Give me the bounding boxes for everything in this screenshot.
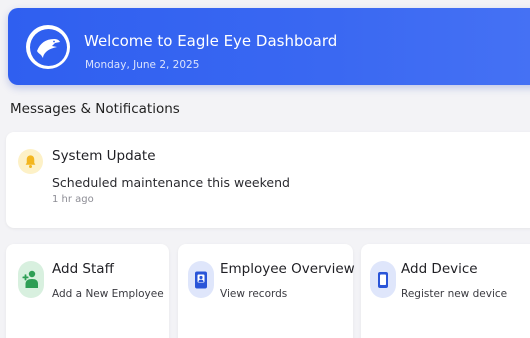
employee-overview-subtitle: View records [220,288,288,300]
add-staff-subtitle: Add a New Employee [52,288,164,300]
notification-title: System Update [52,148,156,164]
eagle-icon [26,25,70,69]
bell-icon [18,149,43,174]
device-icon [370,261,396,298]
add-device-card[interactable]: Add Device Register new device [361,244,530,338]
add-device-subtitle: Register new device [401,288,508,300]
current-date: Monday, June 2, 2025 [85,59,200,71]
add-staff-title: Add Staff [52,261,114,277]
add-person-icon [18,261,44,298]
employee-overview-card[interactable]: Employee Overview View records [178,244,355,338]
welcome-banner: Welcome to Eagle Eye Dashboard Monday, J… [8,8,530,85]
id-badge-icon [188,261,214,298]
dashboard-page: Welcome to Eagle Eye Dashboard Monday, J… [0,0,530,338]
notification-time: 1 hr ago [52,194,94,205]
employee-overview-title: Employee Overview [220,261,355,277]
notifications-heading: Messages & Notifications [10,101,180,117]
notification-card[interactable]: System Update Scheduled maintenance this… [6,132,530,228]
notification-message: Scheduled maintenance this weekend [52,175,290,190]
page-title: Welcome to Eagle Eye Dashboard [84,32,338,50]
add-device-title: Add Device [401,261,478,277]
add-staff-card[interactable]: Add Staff Add a New Employee [6,244,169,338]
